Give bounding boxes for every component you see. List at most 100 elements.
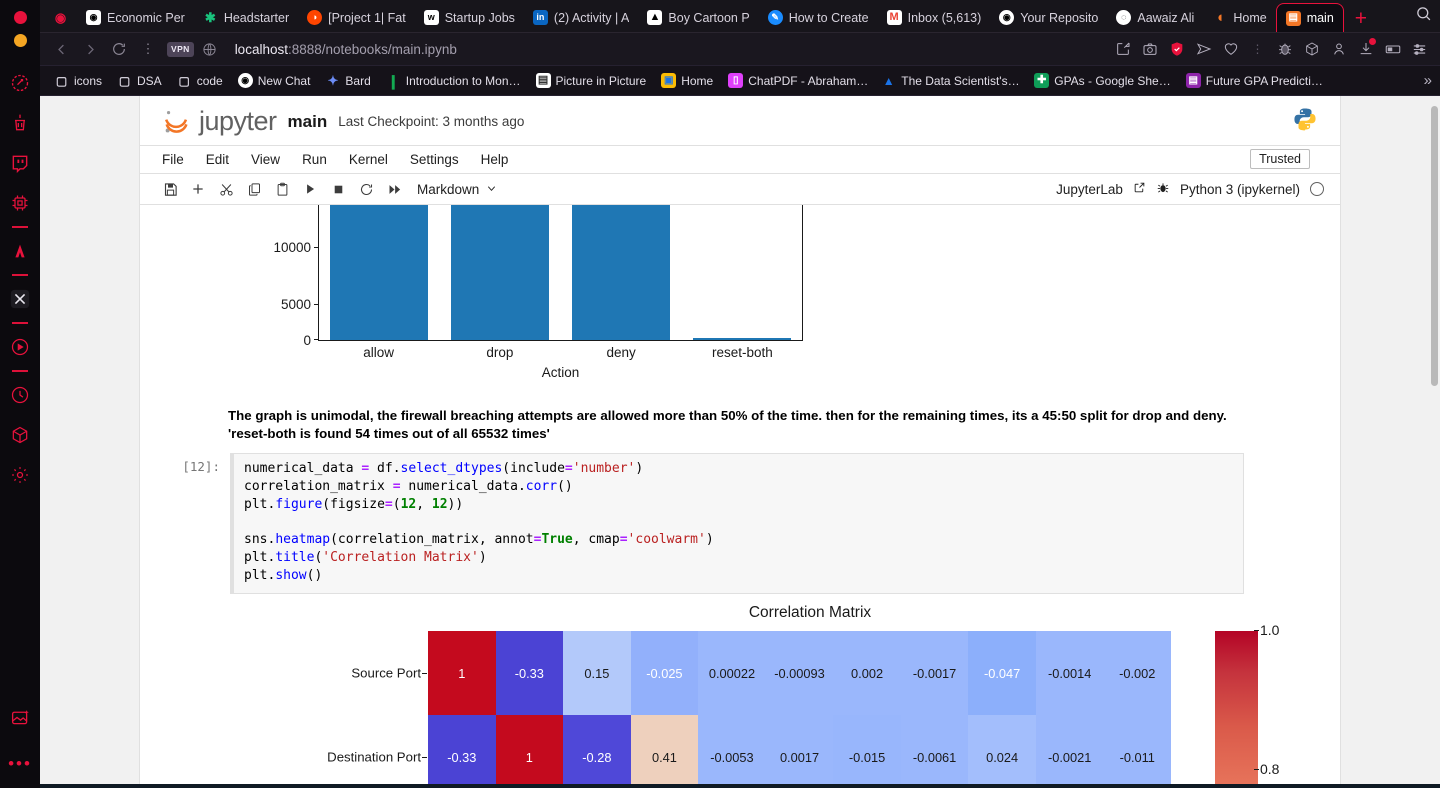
tab-project-1[interactable]: ◑ [Project 1| Fat <box>298 3 415 32</box>
navigation-bar: ⋮ VPN localhost:8888/notebooks/main.ipyn… <box>40 33 1440 66</box>
menu-run[interactable]: Run <box>291 152 338 167</box>
copy-icon[interactable] <box>240 176 268 202</box>
bookmark-chatpdf[interactable]: ▯ ChatPDF - Abraham… <box>722 70 872 91</box>
more-vertical-icon[interactable]: ⋮ <box>1245 37 1270 61</box>
menu-view[interactable]: View <box>240 152 291 167</box>
tab-how-to-create[interactable]: ✎ How to Create <box>759 3 878 32</box>
code-line-6: plt.title('Correlation Matrix') <box>244 550 487 566</box>
tab-linkedin-activity[interactable]: in (2) Activity | A <box>524 3 639 32</box>
tab-main-active[interactable]: ▤ main <box>1275 3 1344 32</box>
run-icon[interactable] <box>296 176 324 202</box>
clock-icon[interactable] <box>0 375 40 415</box>
reload-icon[interactable] <box>106 37 132 61</box>
tab-your-repositories[interactable]: ◉ Your Reposito <box>990 3 1107 32</box>
bookmark-label: Future GPA Predicti… <box>1205 73 1323 88</box>
page-scrollbar-thumb[interactable] <box>1431 106 1438 386</box>
gear-icon[interactable] <box>0 455 40 495</box>
add-cell-icon[interactable] <box>184 176 212 202</box>
code-cell[interactable]: [12]: numerical_data = df.select_dtypes(… <box>140 452 1340 595</box>
trusted-badge[interactable]: Trusted <box>1250 149 1310 169</box>
kernel-status-indicator[interactable] <box>1310 182 1324 196</box>
code-editor[interactable]: numerical_data = df.select_dtypes(includ… <box>230 452 1244 595</box>
downloads-icon[interactable] <box>1353 37 1378 61</box>
external-link-icon[interactable] <box>1133 181 1146 197</box>
bug-icon[interactable] <box>1272 37 1297 61</box>
more-vertical-icon[interactable]: ⋮ <box>135 37 161 61</box>
tab-headstarter[interactable]: ✱ Headstarter <box>194 3 298 32</box>
heart-icon[interactable] <box>1218 37 1243 61</box>
debugger-bug-icon[interactable] <box>1156 181 1170 198</box>
jupyter-wordmark: jupyter <box>199 106 277 136</box>
shield-check-icon[interactable] <box>1164 37 1189 61</box>
save-icon[interactable] <box>156 176 184 202</box>
menu-help[interactable]: Help <box>470 152 520 167</box>
paste-icon[interactable] <box>268 176 296 202</box>
arc-icon[interactable] <box>0 231 40 271</box>
bookmark-picture-in-picture[interactable]: ▤ Picture in Picture <box>530 70 653 91</box>
bookmarks-overflow-button[interactable]: » <box>1424 72 1432 89</box>
player-icon[interactable] <box>0 327 40 367</box>
notebook-name[interactable]: main <box>288 112 328 132</box>
sidebar-more-button[interactable]: ••• <box>8 755 32 788</box>
new-tab-button[interactable]: + <box>1344 8 1378 32</box>
page-scrollbar-track[interactable] <box>1431 96 1439 788</box>
send-icon[interactable] <box>1191 37 1216 61</box>
bookmark-new-chat[interactable]: ◉ New Chat <box>232 70 317 91</box>
edit-pin-icon[interactable] <box>1110 37 1135 61</box>
bookmark-intro-to-mongodb[interactable]: ❙ Introduction to Mon… <box>380 70 527 91</box>
tab-home[interactable]: ◖ Home <box>1203 3 1275 32</box>
menu-file[interactable]: File <box>162 152 195 167</box>
split-view-icon[interactable] <box>1380 37 1405 61</box>
discord-icon[interactable] <box>0 63 40 103</box>
tab-search-icon[interactable] <box>1415 5 1432 27</box>
heatmap-colorbar: 1.0 0.8 <box>1215 622 1279 788</box>
record-dot[interactable] <box>13 11 27 24</box>
jupyter-logo[interactable]: jupyter <box>162 106 277 137</box>
stop-icon[interactable] <box>324 176 352 202</box>
tab-economic-per[interactable]: ◉ Economic Per <box>77 3 194 32</box>
menu-settings[interactable]: Settings <box>399 152 470 167</box>
linkedin-icon: in <box>532 10 548 25</box>
cleaner-icon[interactable] <box>0 103 40 143</box>
bookmark-home[interactable]: ▣ Home <box>655 70 719 91</box>
chip-icon[interactable] <box>0 183 40 223</box>
bookmark-bard[interactable]: ✦ Bard <box>319 70 376 91</box>
site-globe-icon[interactable] <box>197 37 223 61</box>
package-icon[interactable] <box>1299 37 1324 61</box>
cube-icon[interactable] <box>0 415 40 455</box>
forward-icon[interactable] <box>77 37 103 61</box>
bookmark-data-scientists[interactable]: ▲ The Data Scientist's… <box>875 70 1025 91</box>
restart-icon[interactable] <box>352 176 380 202</box>
markdown-cell[interactable]: The graph is unimodal, the firewall brea… <box>140 395 1340 453</box>
menu-kernel[interactable]: Kernel <box>338 152 399 167</box>
page-viewport: jupyter main Last Checkpoint: 3 months a… <box>40 96 1440 788</box>
menu-edit[interactable]: Edit <box>195 152 240 167</box>
tab-inbox[interactable]: M Inbox (5,613) <box>878 3 991 32</box>
tab-boy-cartoon[interactable]: ▲ Boy Cartoon P <box>638 3 758 32</box>
screenshot-icon[interactable] <box>1137 37 1162 61</box>
vpn-badge[interactable]: VPN <box>167 41 194 57</box>
back-icon[interactable] <box>48 37 74 61</box>
twitch-icon[interactable] <box>0 143 40 183</box>
pending-dot[interactable] <box>13 34 27 47</box>
drive-icon: ▲ <box>882 73 895 88</box>
cut-icon[interactable] <box>212 176 240 202</box>
bookmark-gpas-sheets[interactable]: ✚ GPAs - Google She… <box>1028 70 1177 91</box>
x-twitter-icon[interactable] <box>0 279 40 319</box>
tab[interactable]: ◉ <box>44 3 77 32</box>
tab-startup-jobs[interactable]: w Startup Jobs <box>415 3 524 32</box>
bookmark-dsa[interactable]: ▢ DSA <box>111 70 168 91</box>
profile-icon[interactable] <box>1326 37 1351 61</box>
kernel-name-label[interactable]: Python 3 (ipykernel) <box>1180 182 1300 197</box>
jupyterlab-link[interactable]: JupyterLab <box>1056 182 1123 197</box>
address-bar[interactable]: localhost:8888/notebooks/main.ipynb <box>226 42 1107 57</box>
tab-aawaiz-ali[interactable]: ◌ Aawaiz Ali <box>1107 3 1203 32</box>
bookmark-future-gpa[interactable]: ▤ Future GPA Predicti… <box>1180 70 1329 91</box>
cell-type-dropdown[interactable]: Markdown <box>417 182 497 197</box>
image-ai-icon[interactable] <box>0 697 40 737</box>
notebook-cells: 10000 5000 0 allow drop deny reset-both … <box>140 205 1340 788</box>
settings-sliders-icon[interactable] <box>1407 37 1432 61</box>
bookmark-icons[interactable]: ▢ icons <box>48 70 108 91</box>
restart-run-all-icon[interactable] <box>380 176 408 202</box>
bookmark-code[interactable]: ▢ code <box>171 70 229 91</box>
